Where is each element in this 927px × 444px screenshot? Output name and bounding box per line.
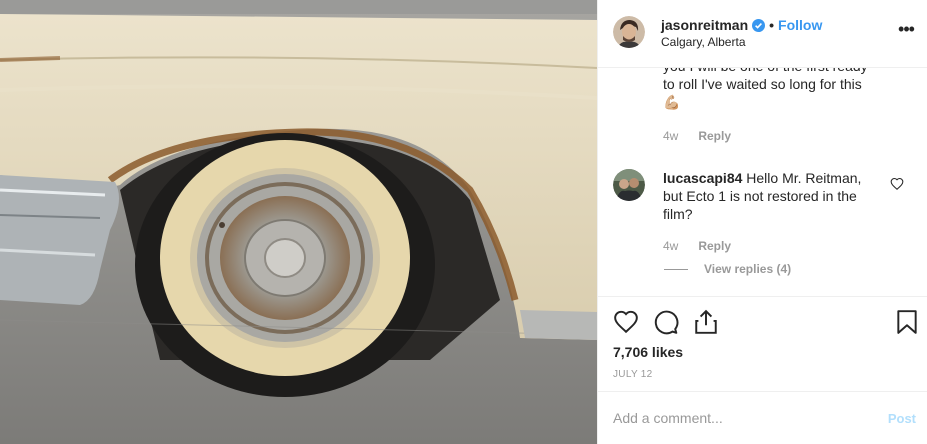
comment-text: you I will be one of the first ready to … bbox=[663, 68, 868, 110]
post-header: jasonreitman • Follow Calgary, Alberta •… bbox=[598, 0, 927, 68]
like-comment-icon[interactable] bbox=[890, 177, 904, 191]
follow-button[interactable]: Follow bbox=[778, 17, 822, 33]
post-actions: 7,706 likes JULY 12 bbox=[598, 297, 927, 392]
comment-meta: 4w Reply bbox=[663, 239, 731, 253]
comment-icon[interactable] bbox=[653, 309, 679, 335]
comment-item: lucascapi84 Hello Mr. Reitman, but Ecto … bbox=[663, 169, 883, 223]
comments-list[interactable]: you I will be one of the first ready to … bbox=[598, 68, 927, 297]
car-wheel-image bbox=[0, 0, 597, 444]
commenter-avatar[interactable] bbox=[613, 169, 645, 201]
comment-input[interactable] bbox=[613, 410, 863, 426]
author-username[interactable]: jasonreitman bbox=[661, 17, 748, 33]
post-sidebar: jasonreitman • Follow Calgary, Alberta •… bbox=[597, 0, 927, 444]
comment-time[interactable]: 4w bbox=[663, 129, 678, 143]
separator-dot: • bbox=[769, 17, 775, 33]
heart-icon[interactable] bbox=[613, 309, 639, 335]
bookmark-icon[interactable] bbox=[894, 309, 920, 335]
location-link[interactable]: Calgary, Alberta bbox=[661, 35, 746, 49]
ellipsis-icon[interactable]: ••• bbox=[896, 20, 916, 42]
likes-count[interactable]: 7,706 likes bbox=[613, 344, 683, 360]
author-avatar[interactable] bbox=[613, 16, 645, 48]
post-date[interactable]: JULY 12 bbox=[613, 369, 653, 380]
verified-badge-icon bbox=[752, 18, 766, 32]
reply-button[interactable]: Reply bbox=[698, 239, 731, 253]
post-comment-button[interactable]: Post bbox=[888, 411, 916, 426]
post-photo[interactable] bbox=[0, 0, 597, 444]
commenter-username[interactable]: lucascapi84 bbox=[663, 170, 742, 186]
add-comment-bar: Post bbox=[598, 392, 927, 444]
view-replies-button[interactable]: View replies (4) bbox=[664, 262, 791, 276]
comment-time[interactable]: 4w bbox=[663, 239, 678, 253]
comment-meta: 4w Reply bbox=[663, 129, 731, 143]
replies-divider bbox=[664, 268, 688, 270]
reply-button[interactable]: Reply bbox=[698, 129, 731, 143]
view-replies-label: View replies (4) bbox=[704, 262, 792, 276]
share-icon[interactable] bbox=[693, 309, 719, 335]
